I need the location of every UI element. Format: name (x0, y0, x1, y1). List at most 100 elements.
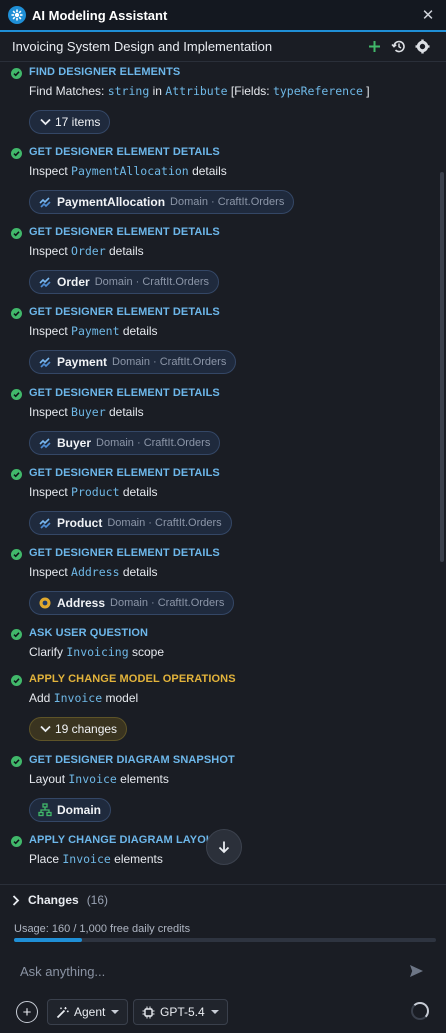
model-dropdown[interactable]: GPT-5.4 (133, 999, 228, 1025)
check-icon (11, 836, 22, 847)
step-title: GET DESIGNER ELEMENT DETAILS (29, 226, 220, 238)
mode-dropdown[interactable]: Agent (47, 999, 129, 1025)
code-token: Address (71, 565, 120, 579)
new-session-button[interactable] (362, 36, 386, 58)
element-name: Order (57, 275, 90, 289)
chip-icon (142, 1006, 155, 1018)
expand-results-button[interactable]: 17 items (29, 110, 111, 134)
code-token: Invoicing (66, 645, 129, 659)
changes-toggle[interactable]: Changes (16) (12, 893, 108, 907)
arrow-down-icon (218, 841, 230, 854)
description-text: scope (128, 645, 165, 659)
chevron-down-icon (40, 725, 51, 733)
chevron-down-icon (40, 118, 51, 126)
step-description: Clarify Invoicing scope (29, 645, 164, 659)
expand-count-label: 17 items (55, 115, 101, 129)
close-button[interactable]: ✕ (418, 5, 438, 25)
step-title: GET DESIGNER ELEMENT DETAILS (29, 467, 220, 479)
step-description: Add Invoice model (29, 691, 138, 705)
send-button[interactable] (406, 961, 426, 981)
step-title: GET DESIGNER ELEMENT DETAILS (29, 306, 220, 318)
step-title: GET DESIGNER ELEMENT DETAILS (29, 387, 220, 399)
step-title: GET DESIGNER DIAGRAM SNAPSHOT (29, 754, 235, 766)
entity-icon (38, 275, 52, 289)
description-text: [Fields: (227, 84, 273, 98)
step-description: Place Invoice elements (29, 852, 163, 866)
check-icon (11, 549, 22, 560)
code-token: Buyer (71, 405, 106, 419)
description-text: ] (362, 84, 370, 98)
step-description: Inspect Payment details (29, 324, 158, 338)
ask-input-box (8, 951, 438, 991)
scroll-to-bottom-button[interactable] (206, 829, 242, 865)
description-text: Clarify (29, 645, 67, 659)
usage-text: Usage: 160 / 1,000 free daily credits (14, 923, 191, 935)
description-text: Layout (29, 772, 69, 786)
code-token: PaymentAllocation (71, 164, 189, 178)
code-token: Payment (71, 324, 120, 338)
element-namespace: Domain · CraftIt.Orders (96, 437, 211, 449)
element-name: Buyer (57, 436, 92, 450)
element-chip[interactable]: Payment Domain · CraftIt.Orders (29, 350, 237, 374)
loading-spinner-icon (411, 1002, 429, 1020)
plus-icon: + (22, 1003, 32, 1021)
element-name: Address (57, 596, 106, 610)
code-token: Order (71, 244, 106, 258)
gear-icon (415, 39, 429, 54)
entity-icon (38, 516, 52, 530)
description-text: Inspect (29, 164, 72, 178)
description-text: Inspect (29, 565, 72, 579)
settings-button[interactable] (410, 36, 434, 58)
step-title: ASK USER QUESTION (29, 627, 149, 639)
description-text: details (188, 164, 227, 178)
chevron-down-icon (111, 1010, 120, 1014)
code-token: Invoice (62, 852, 111, 866)
check-icon (11, 148, 22, 159)
feed-scrollbar[interactable] (440, 172, 444, 562)
step-title: APPLY CHANGE DIAGRAM LAYOUT (29, 834, 221, 846)
usage-bar-fill (14, 938, 82, 942)
chevron-down-icon (210, 1010, 219, 1014)
element-name: Product (57, 516, 103, 530)
description-text: Add (29, 691, 54, 705)
activity-feed[interactable]: FIND DESIGNER ELEMENTS Find Matches: stri… (0, 62, 446, 884)
element-chip[interactable]: Product Domain · CraftIt.Orders (29, 511, 232, 535)
check-icon (11, 68, 22, 79)
step-title: APPLY CHANGE MODEL OPERATIONS (29, 673, 236, 685)
history-button[interactable] (386, 36, 410, 58)
changes-label: Changes (28, 893, 79, 907)
element-chip[interactable]: PaymentAllocation Domain · CraftIt.Orders (29, 190, 295, 214)
mode-label: Agent (74, 1005, 106, 1019)
element-chip[interactable]: Order Domain · CraftIt.Orders (29, 270, 219, 294)
description-text: details (105, 405, 144, 419)
entity-icon (38, 355, 52, 369)
element-namespace: Domain · CraftIt.Orders (112, 356, 227, 368)
usage-bar (14, 938, 436, 942)
close-icon: ✕ (421, 7, 435, 24)
ask-input[interactable] (20, 963, 406, 979)
element-chip[interactable]: Address Domain · CraftIt.Orders (29, 591, 235, 615)
description-text: Inspect (29, 405, 72, 419)
element-chip[interactable]: Buyer Domain · CraftIt.Orders (29, 431, 221, 455)
check-icon (11, 469, 22, 480)
check-icon (11, 389, 22, 400)
element-namespace: Domain · CraftIt.Orders (94, 276, 209, 288)
expand-count-label: 19 changes (55, 722, 118, 736)
step-description: Inspect Address details (29, 565, 158, 579)
expand-results-button[interactable]: 19 changes (29, 717, 128, 741)
step-title: GET DESIGNER ELEMENT DETAILS (29, 146, 220, 158)
step-description: Inspect PaymentAllocation details (29, 164, 227, 178)
chevron-right-icon (12, 894, 20, 906)
plus-icon (368, 41, 380, 52)
changes-count: (16) (86, 893, 109, 907)
composer-panel: Changes (16) Usage: 160 / 1,000 free dai… (0, 884, 446, 1033)
model-label: GPT-5.4 (160, 1005, 205, 1019)
element-chip[interactable]: Domain (29, 798, 112, 822)
description-text: details (119, 324, 158, 338)
check-icon (11, 629, 22, 640)
code-token: Invoice (68, 772, 117, 786)
description-text: elements (116, 772, 169, 786)
add-attachment-button[interactable]: + (16, 1001, 38, 1023)
element-name: Payment (57, 355, 108, 369)
composer-toolbar: + Agent GPT-5.4 (0, 997, 446, 1027)
